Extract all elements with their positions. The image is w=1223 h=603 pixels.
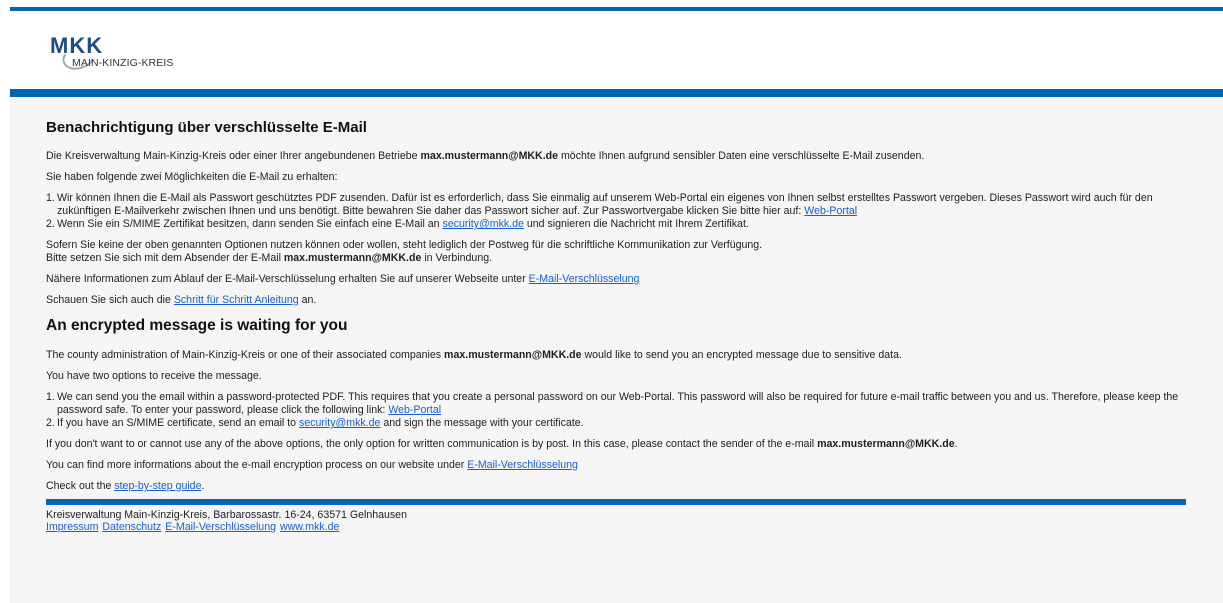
en-info: You can find more informations about the… bbox=[46, 459, 578, 471]
de-options-list: 1. Wir können Ihnen die E-Mail als Passwo… bbox=[46, 192, 1187, 231]
en-option-2: 2. If you have an S/MIME certificate, sen… bbox=[46, 417, 584, 429]
de-intro-email: max.mustermann@MKK.de bbox=[420, 150, 559, 162]
footer-link-impressum[interactable]: Impressum bbox=[46, 521, 98, 533]
logo-subtitle: MAIN-KINZIG-KREIS bbox=[72, 57, 174, 69]
en-intro: The county administration of Main-Kinzig… bbox=[46, 349, 902, 361]
de-title: Benachrichtigung über verschlüsselte E-M… bbox=[46, 119, 367, 136]
footer-link-datenschutz[interactable]: Datenschutz bbox=[102, 521, 161, 533]
en-title: An encrypted message is waiting for you bbox=[46, 317, 348, 334]
footer-links: Impressum Datenschutz E-Mail-Verschlüsselu… bbox=[46, 521, 1187, 533]
de-info: Nähere Informationen zum Ablauf der E-Ma… bbox=[46, 273, 640, 285]
en-guide: Check out the step-by-step guide. bbox=[46, 480, 205, 492]
de-post-line-1: Sofern Sie keine der oben genannten Opti… bbox=[46, 239, 763, 251]
en-post: If you don't want to or cannot use any o… bbox=[46, 438, 958, 450]
de-option-1: 1. Wir können Ihnen die E-Mail als Passwo… bbox=[46, 192, 1153, 217]
de-guide-link[interactable]: Schritt für Schritt Anleitung bbox=[174, 294, 299, 306]
footer-divider bbox=[46, 499, 1186, 505]
en-encryption-link[interactable]: E-Mail-Verschlüsselung bbox=[467, 459, 578, 471]
de-option-2: 2. Wenn Sie ein S/MIME Zertifikat besitze… bbox=[46, 218, 749, 230]
footer-link-encryption[interactable]: E-Mail-Verschlüsselung bbox=[165, 521, 276, 533]
email-frame: MKK MAIN-KINZIG-KREIS Benachrichtigung ü… bbox=[10, 7, 1223, 603]
header: MKK MAIN-KINZIG-KREIS bbox=[10, 11, 1223, 97]
message-body: Benachrichtigung über verschlüsselte E-M… bbox=[10, 97, 1223, 533]
en-option-1: 1. We can send you the email within a pas… bbox=[46, 391, 1179, 416]
en-intro-email: max.mustermann@MKK.de bbox=[444, 349, 582, 361]
en-security-email-link[interactable]: security@mkk.de bbox=[299, 417, 380, 429]
footer-link-website[interactable]: www.mkk.de bbox=[280, 521, 339, 533]
mkk-logo: MKK MAIN-KINZIG-KREIS bbox=[50, 35, 190, 75]
de-web-portal-link[interactable]: Web-Portal bbox=[804, 205, 857, 217]
de-security-email-link[interactable]: security@mkk.de bbox=[443, 218, 524, 230]
en-guide-link[interactable]: step-by-step guide bbox=[114, 480, 201, 492]
footer: Kreisverwaltung Main-Kinzig-Kreis, Barba… bbox=[46, 509, 1187, 533]
de-post-email: max.mustermann@MKK.de bbox=[283, 252, 422, 264]
de-intro: Die Kreisverwaltung Main-Kinzig-Kreis od… bbox=[46, 150, 925, 162]
de-guide: Schauen Sie sich auch die Schritt für Sc… bbox=[46, 294, 317, 306]
de-encryption-link[interactable]: E-Mail-Verschlüsselung bbox=[529, 273, 640, 285]
de-options-heading: Sie haben folgende zwei Möglichkeiten di… bbox=[46, 171, 338, 183]
de-post-line-2: Bitte setzen Sie sich mit dem Absender d… bbox=[46, 252, 493, 264]
en-post-email: max.mustermann@MKK.de bbox=[817, 438, 955, 450]
en-web-portal-link[interactable]: Web-Portal bbox=[388, 404, 441, 416]
en-options-heading: You have two options to receive the mess… bbox=[46, 370, 262, 382]
en-options-list: 1. We can send you the email within a pas… bbox=[46, 391, 1187, 430]
footer-address: Kreisverwaltung Main-Kinzig-Kreis, Barba… bbox=[46, 509, 407, 521]
